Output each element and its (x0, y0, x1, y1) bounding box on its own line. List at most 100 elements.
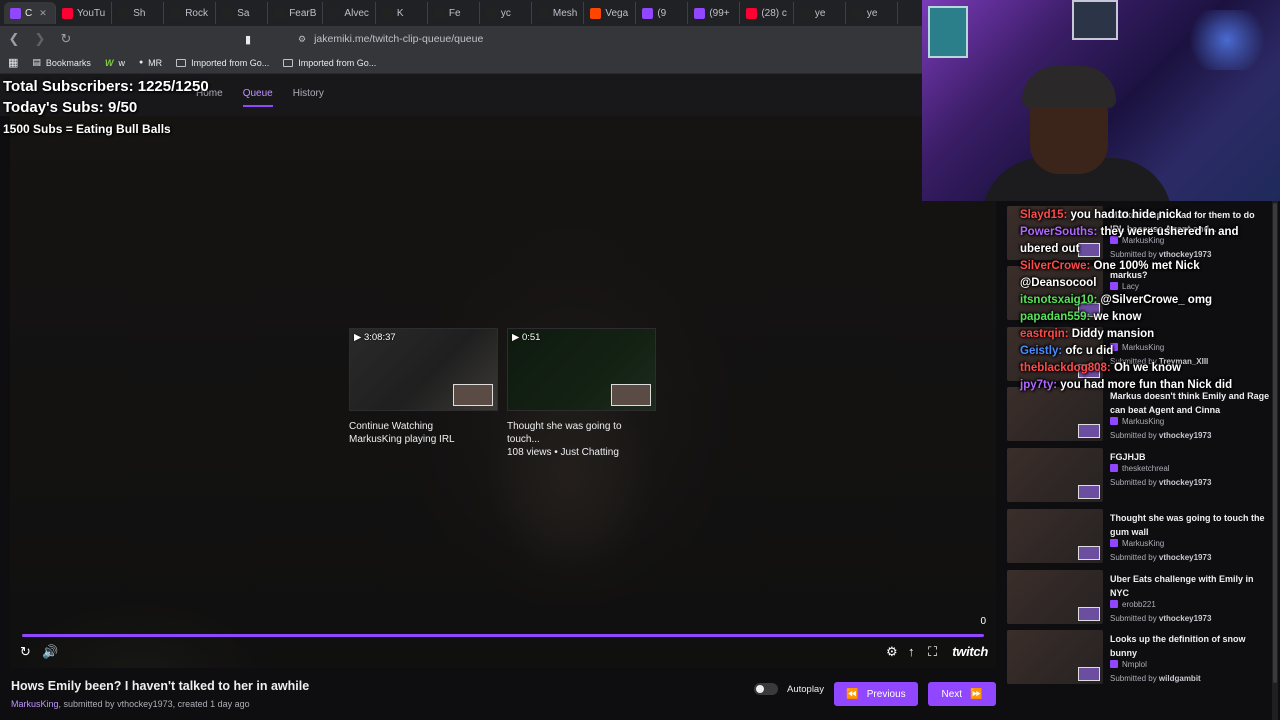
queue-item-title: Uber Eats challenge with Emily in NYC (1110, 574, 1254, 598)
end-card-title: Continue Watching (349, 421, 434, 432)
reload-icon[interactable]: ↻ (58, 31, 74, 47)
tab-label: yc (500, 7, 511, 19)
tab-favicon-icon (746, 7, 758, 19)
chat-username: itsnotsxaig10: (1020, 294, 1098, 306)
tab-label: K (396, 7, 404, 19)
tab-favicon-icon (485, 7, 497, 19)
end-card-subtitle: 108 views • Just Chatting (507, 447, 619, 458)
queue-item-channel: MarkusKing (1110, 539, 1164, 548)
close-tab-icon[interactable]: ✕ (39, 8, 47, 19)
browser-tab[interactable]: Vega (584, 2, 637, 24)
chat-message: Slayd15: you had to hide nick (1020, 207, 1278, 224)
previous-button[interactable]: ⏪ Previous (834, 682, 918, 706)
clip-meta: MarkusKing, submitted by vthockey1973, c… (11, 699, 250, 709)
browser-tab[interactable]: (9 (636, 2, 689, 24)
browser-tab[interactable]: YouTu (56, 2, 113, 24)
browser-tab[interactable]: ye (794, 2, 846, 24)
subscriber-overlay: Total Subscribers: 1225/1250 Today's Sub… (3, 78, 209, 136)
nav-queue[interactable]: Queue (242, 88, 273, 107)
streamer-cap (1022, 66, 1116, 108)
tab-favicon-icon (799, 7, 811, 19)
bookmark-item[interactable]: ▤ Bookmarks (32, 57, 91, 68)
volume-icon[interactable]: 🔊 (42, 644, 58, 660)
queue-item-channel: thesketchreal (1110, 464, 1170, 473)
submitter-link[interactable]: vthockey1973 (117, 699, 173, 709)
queue-item[interactable]: Markus doesn't think Emily and Rage can … (1007, 387, 1277, 445)
bookmark-page-icon[interactable]: ▮ (245, 33, 251, 46)
browser-tab[interactable]: FearB (268, 2, 324, 24)
browser-tab[interactable]: Fe (428, 2, 480, 24)
queue-item-title: Looks up the definition of snow bunny (1110, 634, 1246, 658)
address-bar[interactable]: ⚙ jakemiki.me/twitch-clip-queue/queue (298, 29, 912, 49)
settings-icon[interactable]: ⚙ (886, 644, 898, 660)
browser-tab[interactable]: yc (480, 2, 532, 24)
chat-overlay: Slayd15: you had to hide nick PowerSouths… (1020, 207, 1278, 394)
tab-favicon-icon (642, 7, 654, 19)
neon-light (1182, 10, 1272, 70)
duration-label: ▶ 0:51 (512, 332, 541, 343)
tab-label: FearB (289, 7, 317, 19)
apps-grid-icon[interactable]: ▦ (8, 56, 18, 69)
queue-item-channel: erobb221 (1110, 600, 1156, 609)
end-card-continue[interactable]: ▶ 3:08:37 Continue Watching MarkusKing p… (349, 328, 498, 459)
duration-label: ▶ 3:08:37 (354, 332, 396, 343)
thumbnail-facecam (453, 384, 493, 406)
back-icon[interactable]: ❮ (6, 31, 22, 47)
queue-item[interactable]: Looks up the definition of snow bunny Nmp… (1007, 630, 1277, 688)
tab-favicon-icon (851, 7, 863, 19)
autoplay-toggle[interactable] (754, 683, 778, 695)
bookmark-item[interactable]: Ww (105, 58, 125, 68)
end-card-thumbnail: ▶ 3:08:37 (349, 328, 498, 411)
chat-text: One 100% met Nick (1090, 260, 1200, 272)
bookmark-item[interactable]: ● MR (139, 58, 162, 68)
replay-icon[interactable]: ↻ (20, 644, 31, 660)
queue-item[interactable]: FGJHJB thesketchreal Submitted by vthockey… (1007, 448, 1277, 506)
twitch-glitch-icon (1110, 660, 1118, 668)
bookmark-folder[interactable]: Imported from Go... (176, 58, 269, 68)
tab-label: C (25, 7, 33, 19)
forward-icon[interactable]: ❯ (32, 31, 48, 47)
browser-tab[interactable]: K (376, 2, 428, 24)
chat-text: @SilverCrowe_ omg (1097, 294, 1213, 306)
folder-icon (283, 58, 294, 67)
share-icon[interactable]: ↑ (908, 644, 915, 659)
end-card-clip[interactable]: ▶ 0:51 Thought she was going to touch...… (507, 328, 656, 459)
tab-label: ye (814, 7, 826, 19)
url-text: jakemiki.me/twitch-clip-queue/queue (314, 33, 484, 45)
queue-item[interactable]: Uber Eats challenge with Emily in NYC ero… (1007, 570, 1277, 628)
queue-item-channel: Nmplol (1110, 660, 1147, 669)
browser-tab[interactable]: Alvec (323, 2, 376, 24)
queue-item[interactable]: Thought she was going to touch the gum w… (1007, 509, 1277, 567)
browser-tab[interactable]: Rock (164, 2, 217, 24)
autoplay-control[interactable]: Autoplay (754, 683, 824, 695)
bookmark-folder[interactable]: Imported from Go... (283, 58, 376, 68)
tab-label: Rock (185, 7, 208, 19)
channel-link[interactable]: MarkusKing (11, 699, 59, 709)
nav-history[interactable]: History (293, 88, 324, 107)
tab-label: Vega (605, 7, 629, 19)
browser-tab[interactable]: C ✕ (4, 2, 56, 24)
chat-message: papadan559: we know (1020, 309, 1278, 326)
browser-tab[interactable]: Mesh (532, 2, 585, 24)
browser-toolbar: ❮ ❯ ↻ ▮ ⚙ jakemiki.me/twitch-clip-queue/… (0, 26, 922, 52)
tab-label: (99+ (709, 7, 730, 19)
progress-bar[interactable] (22, 634, 984, 637)
tab-favicon-icon (62, 7, 73, 19)
site-info-icon[interactable]: ⚙ (298, 34, 306, 45)
next-button[interactable]: Next ⏩ (928, 682, 996, 706)
autoplay-label: Autoplay (787, 683, 824, 695)
thumbnail-facecam (1078, 607, 1100, 621)
browser-tab[interactable]: Sa (216, 2, 269, 24)
end-screen-cards: ▶ 3:08:37 Continue Watching MarkusKing p… (349, 328, 656, 459)
tab-favicon-icon (118, 7, 130, 19)
chat-username: jpy7ty: (1020, 379, 1058, 391)
browser-tab[interactable]: (28) c (740, 2, 794, 24)
video-player[interactable]: ▶ 3:08:37 Continue Watching MarkusKing p… (10, 116, 996, 668)
browser-tab[interactable]: ye (846, 2, 898, 24)
fullscreen-icon[interactable]: ⛶ (928, 644, 937, 660)
end-card-thumbnail: ▶ 0:51 (507, 328, 656, 411)
twitch-logo[interactable]: twitch (952, 644, 988, 659)
chat-text: you had more fun than Nick did (1057, 379, 1233, 391)
browser-tab[interactable]: Sh (112, 2, 165, 24)
browser-tab[interactable]: (99+ (688, 2, 741, 24)
